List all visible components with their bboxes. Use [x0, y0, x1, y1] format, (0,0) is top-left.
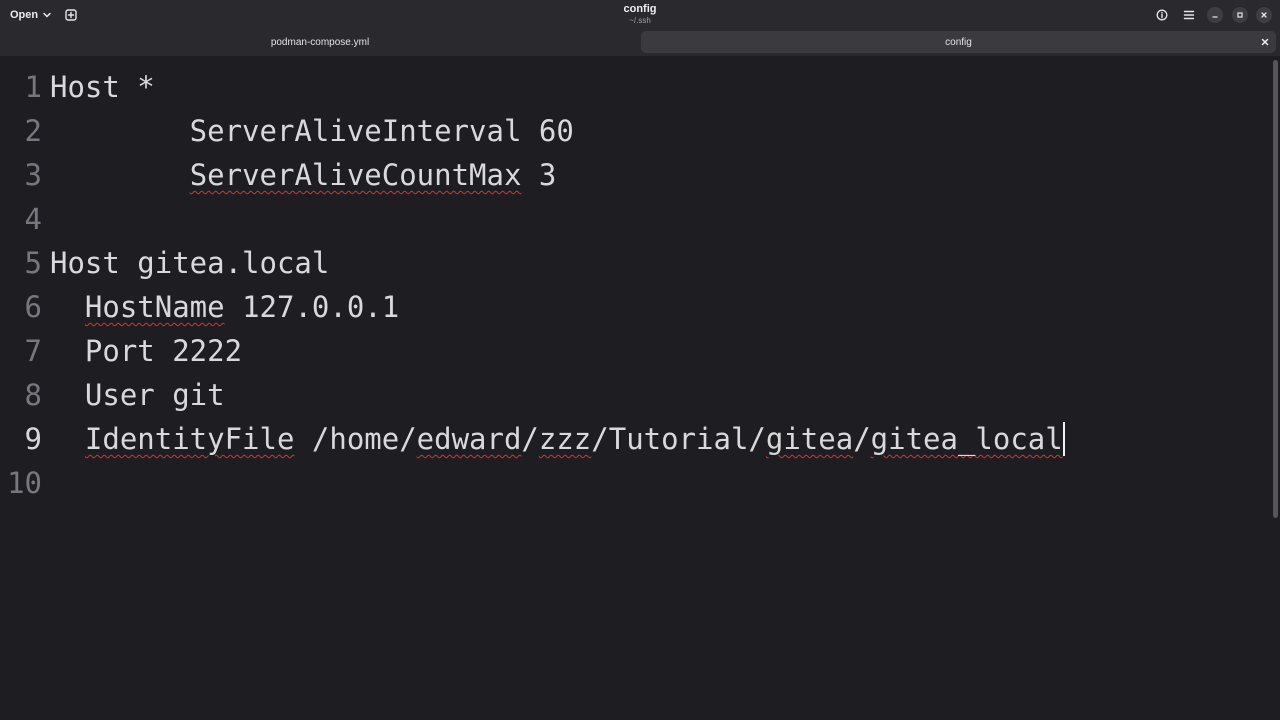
line-text: IdentityFile /home/edward/zzz/Tutorial/g… [50, 417, 1065, 461]
new-tab-button[interactable] [61, 5, 81, 25]
tab-label: config [945, 36, 972, 48]
code-text: Port 2222 [50, 334, 243, 368]
line-text: Port 2222 [50, 329, 242, 373]
editor-line[interactable]: 10 [0, 461, 1270, 505]
editor-line[interactable]: 9 IdentityFile /home/edward/zzz/Tutorial… [0, 417, 1270, 461]
document-title: config [623, 3, 657, 15]
line-text: User git [50, 373, 225, 417]
code-text: / [521, 422, 539, 456]
window-title: config ~/.ssh [540, 4, 740, 25]
tab-close-button[interactable] [1258, 35, 1272, 49]
editor-line[interactable]: 5 Host gitea.local [0, 241, 1270, 285]
minimize-button[interactable] [1207, 7, 1223, 23]
text-cursor [1062, 422, 1065, 456]
tab-bar: podman-compose.yml config [0, 30, 1280, 56]
misspelled-word: HostName [84, 290, 225, 324]
misspelled-word: zzz [538, 422, 592, 456]
misspelled-word: gitea_local [870, 422, 1063, 456]
tab-config[interactable]: config [641, 31, 1276, 53]
code-text: Host * [50, 70, 155, 104]
misspelled-word: ServerAliveCountMax [189, 158, 522, 192]
misspelled-word: gitea [765, 422, 854, 456]
hamburger-menu-icon [1183, 10, 1195, 20]
editor-text-view[interactable]: 1 Host * 2 ServerAliveInterval 60 3 ServerA… [0, 57, 1280, 720]
document-path: ~/.ssh [629, 16, 651, 25]
line-number: 8 [24, 378, 42, 412]
close-icon [1261, 12, 1267, 18]
line-number: 10 [7, 466, 42, 500]
header-bar: Open config ~/.ssh [0, 0, 1280, 30]
code-text: Host gitea.local [50, 246, 330, 280]
line-number: 5 [24, 246, 42, 280]
line-number: 2 [24, 114, 42, 148]
line-number: 4 [24, 202, 42, 236]
vertical-scrollbar[interactable] [1273, 60, 1278, 518]
editor-line[interactable]: 7 Port 2222 [0, 329, 1270, 373]
document-properties-button[interactable] [1152, 5, 1172, 25]
line-number: 7 [24, 334, 42, 368]
code-text: / [853, 422, 871, 456]
editor-line[interactable]: 6 HostName 127.0.0.1 [0, 285, 1270, 329]
editor-line[interactable]: 2 ServerAliveInterval 60 [0, 109, 1270, 153]
info-icon [1156, 9, 1168, 21]
open-button[interactable]: Open [4, 4, 58, 26]
chevron-down-icon [43, 12, 51, 18]
line-text: ServerAliveInterval 60 [50, 109, 574, 153]
close-window-button[interactable] [1256, 7, 1272, 23]
code-text: ServerAliveInterval 60 [50, 114, 574, 148]
line-number: 9 [24, 422, 42, 456]
misspelled-word: IdentityFile [84, 422, 295, 456]
line-number: 1 [24, 70, 42, 104]
line-text: Host gitea.local [50, 241, 329, 285]
maximize-icon [1237, 12, 1243, 18]
tab-podman-compose[interactable]: podman-compose.yml [4, 31, 636, 53]
line-number: 6 [24, 290, 42, 324]
code-text: 3 [521, 158, 557, 192]
code-text: 127.0.0.1 [224, 290, 400, 324]
minimize-icon [1212, 16, 1218, 18]
tab-label: podman-compose.yml [270, 36, 370, 48]
close-icon [1261, 38, 1269, 46]
code-text: User git [50, 378, 225, 412]
editor-line[interactable]: 3 ServerAliveCountMax 3 [0, 153, 1270, 197]
line-text: HostName 127.0.0.1 [50, 285, 399, 329]
line-text: Host * [50, 65, 155, 109]
editor-line[interactable]: 4 [0, 197, 1270, 241]
main-menu-button[interactable] [1179, 5, 1199, 25]
editor-line[interactable]: 1 Host * [0, 65, 1270, 109]
text-editor-window: Open config ~/.ssh podman-compose.yml co… [0, 0, 1280, 720]
line-text: ServerAliveCountMax 3 [50, 153, 557, 197]
open-button-label: Open [10, 9, 39, 21]
misspelled-word: edward [416, 422, 522, 456]
code-text: /Tutorial/ [591, 422, 766, 456]
line-number: 3 [24, 158, 42, 192]
editor-line[interactable]: 8 User git [0, 373, 1270, 417]
maximize-button[interactable] [1232, 7, 1248, 23]
code-text: /home/ [294, 422, 417, 456]
new-tab-icon [65, 9, 77, 21]
